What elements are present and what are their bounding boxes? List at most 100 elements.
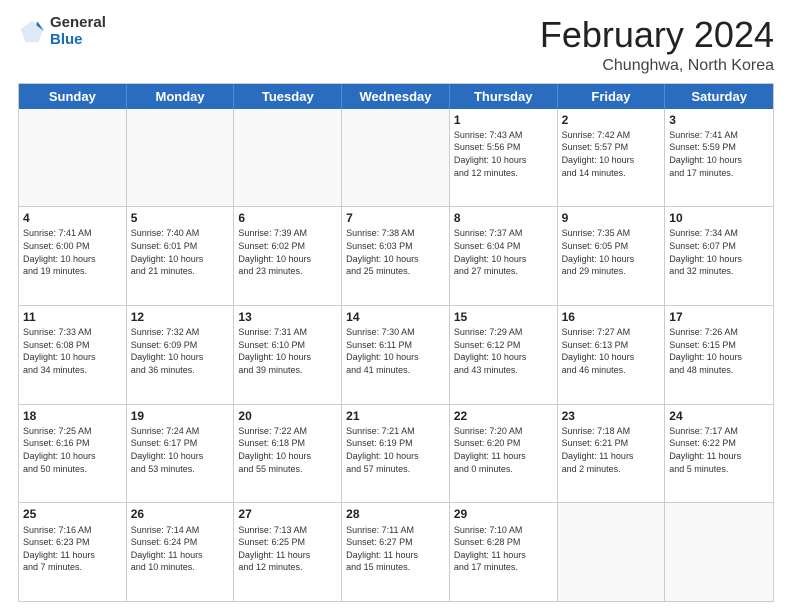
calendar-cell: 10Sunrise: 7:34 AM Sunset: 6:07 PM Dayli… (665, 207, 773, 305)
calendar-cell: 17Sunrise: 7:26 AM Sunset: 6:15 PM Dayli… (665, 306, 773, 404)
day-number: 12 (131, 309, 230, 325)
calendar-cell: 27 Sunrise: 7:13 AM Sunset: 6:25 PM Dayli… (234, 503, 342, 601)
calendar-cell: 21Sunrise: 7:21 AM Sunset: 6:19 PM Dayli… (342, 405, 450, 503)
calendar-header-monday: Monday (127, 84, 235, 109)
day-number: 15 (454, 309, 553, 325)
calendar-cell: 9Sunrise: 7:35 AM Sunset: 6:05 PM Daylig… (558, 207, 666, 305)
day-number: 25 (23, 506, 122, 522)
title-block: February 2024 Chunghwa, North Korea (540, 15, 774, 75)
day-number: 3 (669, 112, 769, 128)
calendar-cell: 7Sunrise: 7:38 AM Sunset: 6:03 PM Daylig… (342, 207, 450, 305)
subtitle: Chunghwa, North Korea (540, 57, 774, 75)
calendar-cell: 29 Sunrise: 7:10 AM Sunset: 6:28 PM Dayli… (450, 503, 558, 601)
calendar-cell (127, 109, 235, 207)
day-number: 29 (454, 506, 553, 522)
calendar-header-friday: Friday (558, 84, 666, 109)
day-number: 21 (346, 408, 445, 424)
calendar: SundayMondayTuesdayWednesdayThursdayFrid… (18, 83, 774, 602)
day-number: 4 (23, 210, 122, 226)
calendar-cell (342, 109, 450, 207)
logo: General Blue (18, 15, 106, 48)
calendar-cell: 18Sunrise: 7:25 AM Sunset: 6:16 PM Dayli… (19, 405, 127, 503)
cell-info: Sunrise: 7:31 AM Sunset: 6:10 PM Dayligh… (238, 326, 337, 376)
day-number: 1 (454, 112, 553, 128)
cell-info: Sunrise: 7:16 AM Sunset: 6:23 PM Dayligh… (23, 524, 122, 574)
day-number: 17 (669, 309, 769, 325)
calendar-cell: 16Sunrise: 7:27 AM Sunset: 6:13 PM Dayli… (558, 306, 666, 404)
cell-info: Sunrise: 7:27 AM Sunset: 6:13 PM Dayligh… (562, 326, 661, 376)
calendar-header-wednesday: Wednesday (342, 84, 450, 109)
calendar-header-thursday: Thursday (450, 84, 558, 109)
day-number: 9 (562, 210, 661, 226)
cell-info: Sunrise: 7:20 AM Sunset: 6:20 PM Dayligh… (454, 425, 553, 475)
cell-info: Sunrise: 7:33 AM Sunset: 6:08 PM Dayligh… (23, 326, 122, 376)
calendar-cell: 15Sunrise: 7:29 AM Sunset: 6:12 PM Dayli… (450, 306, 558, 404)
cell-info: Sunrise: 7:29 AM Sunset: 6:12 PM Dayligh… (454, 326, 553, 376)
day-number: 23 (562, 408, 661, 424)
calendar-cell: 26 Sunrise: 7:14 AM Sunset: 6:24 PM Dayli… (127, 503, 235, 601)
calendar-body: 1Sunrise: 7:43 AM Sunset: 5:56 PM Daylig… (19, 109, 773, 601)
cell-info: Sunrise: 7:21 AM Sunset: 6:19 PM Dayligh… (346, 425, 445, 475)
cell-info: Sunrise: 7:13 AM Sunset: 6:25 PM Dayligh… (238, 524, 337, 574)
day-number: 6 (238, 210, 337, 226)
day-number: 5 (131, 210, 230, 226)
logo-text: General Blue (50, 15, 106, 48)
cell-info: Sunrise: 7:34 AM Sunset: 6:07 PM Dayligh… (669, 227, 769, 277)
cell-info: Sunrise: 7:18 AM Sunset: 6:21 PM Dayligh… (562, 425, 661, 475)
day-number: 10 (669, 210, 769, 226)
day-number: 26 (131, 506, 230, 522)
page: General Blue February 2024 Chunghwa, Nor… (0, 0, 792, 612)
cell-info: Sunrise: 7:41 AM Sunset: 5:59 PM Dayligh… (669, 129, 769, 179)
day-number: 27 (238, 506, 337, 522)
cell-info: Sunrise: 7:24 AM Sunset: 6:17 PM Dayligh… (131, 425, 230, 475)
calendar-cell: 1Sunrise: 7:43 AM Sunset: 5:56 PM Daylig… (450, 109, 558, 207)
calendar-row-3: 18Sunrise: 7:25 AM Sunset: 6:16 PM Dayli… (19, 405, 773, 504)
calendar-header-tuesday: Tuesday (234, 84, 342, 109)
calendar-cell: 3Sunrise: 7:41 AM Sunset: 5:59 PM Daylig… (665, 109, 773, 207)
calendar-cell: 8Sunrise: 7:37 AM Sunset: 6:04 PM Daylig… (450, 207, 558, 305)
day-number: 13 (238, 309, 337, 325)
day-number: 24 (669, 408, 769, 424)
day-number: 2 (562, 112, 661, 128)
calendar-header-saturday: Saturday (665, 84, 773, 109)
calendar-cell: 20Sunrise: 7:22 AM Sunset: 6:18 PM Dayli… (234, 405, 342, 503)
calendar-cell: 14Sunrise: 7:30 AM Sunset: 6:11 PM Dayli… (342, 306, 450, 404)
day-number: 11 (23, 309, 122, 325)
day-number: 7 (346, 210, 445, 226)
calendar-cell: 4Sunrise: 7:41 AM Sunset: 6:00 PM Daylig… (19, 207, 127, 305)
cell-info: Sunrise: 7:17 AM Sunset: 6:22 PM Dayligh… (669, 425, 769, 475)
cell-info: Sunrise: 7:40 AM Sunset: 6:01 PM Dayligh… (131, 227, 230, 277)
main-title: February 2024 (540, 15, 774, 55)
cell-info: Sunrise: 7:39 AM Sunset: 6:02 PM Dayligh… (238, 227, 337, 277)
day-number: 20 (238, 408, 337, 424)
cell-info: Sunrise: 7:35 AM Sunset: 6:05 PM Dayligh… (562, 227, 661, 277)
calendar-cell (558, 503, 666, 601)
day-number: 16 (562, 309, 661, 325)
calendar-cell (665, 503, 773, 601)
cell-info: Sunrise: 7:10 AM Sunset: 6:28 PM Dayligh… (454, 524, 553, 574)
calendar-row-2: 11Sunrise: 7:33 AM Sunset: 6:08 PM Dayli… (19, 306, 773, 405)
calendar-row-1: 4Sunrise: 7:41 AM Sunset: 6:00 PM Daylig… (19, 207, 773, 306)
header: General Blue February 2024 Chunghwa, Nor… (18, 15, 774, 75)
cell-info: Sunrise: 7:30 AM Sunset: 6:11 PM Dayligh… (346, 326, 445, 376)
calendar-cell (19, 109, 127, 207)
logo-icon (18, 18, 46, 46)
calendar-cell: 23Sunrise: 7:18 AM Sunset: 6:21 PM Dayli… (558, 405, 666, 503)
day-number: 8 (454, 210, 553, 226)
day-number: 28 (346, 506, 445, 522)
cell-info: Sunrise: 7:37 AM Sunset: 6:04 PM Dayligh… (454, 227, 553, 277)
calendar-cell: 12Sunrise: 7:32 AM Sunset: 6:09 PM Dayli… (127, 306, 235, 404)
cell-info: Sunrise: 7:38 AM Sunset: 6:03 PM Dayligh… (346, 227, 445, 277)
calendar-cell: 24Sunrise: 7:17 AM Sunset: 6:22 PM Dayli… (665, 405, 773, 503)
calendar-row-4: 25 Sunrise: 7:16 AM Sunset: 6:23 PM Dayli… (19, 503, 773, 601)
calendar-row-0: 1Sunrise: 7:43 AM Sunset: 5:56 PM Daylig… (19, 109, 773, 208)
cell-info: Sunrise: 7:26 AM Sunset: 6:15 PM Dayligh… (669, 326, 769, 376)
cell-info: Sunrise: 7:25 AM Sunset: 6:16 PM Dayligh… (23, 425, 122, 475)
cell-info: Sunrise: 7:11 AM Sunset: 6:27 PM Dayligh… (346, 524, 445, 574)
calendar-cell: 6Sunrise: 7:39 AM Sunset: 6:02 PM Daylig… (234, 207, 342, 305)
day-number: 22 (454, 408, 553, 424)
day-number: 19 (131, 408, 230, 424)
calendar-cell: 13Sunrise: 7:31 AM Sunset: 6:10 PM Dayli… (234, 306, 342, 404)
calendar-header-sunday: Sunday (19, 84, 127, 109)
cell-info: Sunrise: 7:14 AM Sunset: 6:24 PM Dayligh… (131, 524, 230, 574)
